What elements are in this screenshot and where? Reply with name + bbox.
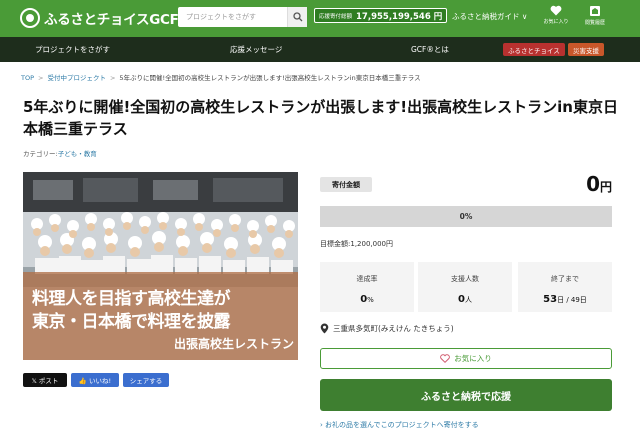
nav-choice-badge[interactable]: ふるさとチョイス: [503, 43, 565, 56]
favorites-link[interactable]: お気に入り: [541, 5, 571, 33]
stat-supporters-value-wrap: 0人: [418, 294, 512, 305]
logo-mark-icon: [20, 8, 40, 28]
breadcrumb-separator: >: [109, 74, 116, 82]
category: カテゴリー:子ども・教育: [23, 148, 97, 158]
history-link[interactable]: 閲覧履歴: [580, 5, 610, 33]
favorite-button-label: お気に入り: [454, 354, 492, 363]
stat-supporters-unit: 人: [464, 296, 472, 304]
breadcrumb: TOP > 受付中プロジェクト >5年ぶりに開催!全国初の高校生レストランが出張します…: [21, 72, 421, 82]
breadcrumb-separator: >: [38, 74, 44, 82]
stat-rate-value-wrap: 0%: [320, 294, 414, 305]
goal-amount: 目標金額:1,200,000円: [320, 239, 393, 249]
breadcrumb-current: 5年ぶりに開催!全国初の高校生レストランが出張します!出張高校生レストランin東…: [119, 74, 421, 82]
donation-amount-unit: 円: [599, 180, 612, 194]
search-input[interactable]: [178, 7, 287, 27]
stat-rate-label: 達成率: [356, 275, 378, 283]
location: 三重県多気町(みえけん たきちょう): [320, 323, 454, 334]
goal-label: 目標金額:: [320, 240, 351, 248]
location-text: 三重県多気町(みえけん たきちょう): [333, 324, 454, 333]
stat-deadline-value: 53: [543, 294, 558, 305]
donate-button[interactable]: ふるさと納税で応援: [320, 379, 612, 411]
gift-donation-link[interactable]: › お礼の品を選んでこのプロジェクトへ寄付をする: [320, 420, 479, 430]
nav-about-gcf[interactable]: GCF®とは: [411, 44, 449, 55]
search-box: [178, 7, 307, 27]
stat-supporters: 支援人数 0人: [418, 262, 512, 312]
progress-text: 0%: [459, 212, 473, 221]
stat-achievement-rate: 達成率 0%: [320, 262, 414, 312]
donation-total-value: 17,955,199,546 円: [356, 11, 443, 22]
image-caption-line3: 出張高校生レストラン: [173, 337, 294, 351]
facebook-like-button[interactable]: 👍 いいね!: [71, 373, 119, 387]
stat-supporters-label: 支援人数: [451, 275, 479, 283]
donation-amount: 0円: [540, 172, 612, 196]
donation-amount-label: 寄付金額: [320, 177, 372, 192]
favorites-label: お気に入り: [543, 19, 569, 25]
breadcrumb-active-projects[interactable]: 受付中プロジェクト: [47, 74, 106, 82]
stat-deadline-value-wrap: 53日 / 49日: [518, 294, 612, 305]
image-caption-line2: 東京・日本橋で料理を披露: [32, 312, 231, 332]
facebook-share-button[interactable]: シェアする: [123, 373, 169, 387]
donation-total-badge: 応援寄付総額 17,955,199,546 円: [314, 8, 448, 23]
search-icon: [292, 12, 302, 22]
search-button[interactable]: [287, 7, 307, 27]
x-post-button[interactable]: 𝕏 ポスト: [23, 373, 67, 387]
nav-disaster-badge[interactable]: 災害支援: [568, 43, 604, 56]
stat-rate-unit: %: [367, 296, 374, 304]
site-logo[interactable]: ふるさとチョイスGCF: [20, 7, 179, 29]
project-image: 料理人を目指す高校生達が 東京・日本橋で料理を披露 出張高校生レストラン: [23, 172, 298, 360]
favorite-button[interactable]: お気に入り: [320, 348, 612, 369]
donation-total-label: 応援寄付総額: [319, 13, 353, 20]
image-caption-overlay: 料理人を目指す高校生達が 東京・日本橋で料理を披露 出張高校生レストラン: [23, 272, 298, 360]
nav-find-projects[interactable]: プロジェクトをさがす: [35, 44, 110, 55]
page-title: 5年ぶりに開催!全国初の高校生レストランが出張します!出張高校生レストランin東…: [23, 98, 618, 138]
breadcrumb-top[interactable]: TOP: [21, 74, 34, 82]
stat-deadline-unit: 日 / 49日: [557, 296, 587, 304]
category-link[interactable]: 子ども・教育: [58, 150, 97, 158]
guide-menu[interactable]: ふるさと納税ガイド ∨: [452, 11, 527, 22]
logo-text: ふるさとチョイスGCF: [44, 12, 179, 28]
progress-bar: 0%: [320, 206, 612, 227]
gift-link-text: お礼の品を選んでこのプロジェクトへ寄付をする: [325, 421, 479, 429]
history-label: 閲覧履歴: [584, 20, 605, 26]
stat-supporters-value: 0: [458, 294, 465, 305]
image-caption-line1: 料理人を目指す高校生達が: [32, 289, 231, 309]
heart-icon: [550, 5, 562, 16]
stat-days-left: 終了まで 53日 / 49日: [518, 262, 612, 312]
main-nav: プロジェクトをさがす 応援メッセージ GCF®とは ふるさとチョイス 災害支援: [0, 37, 640, 62]
history-icon: [590, 6, 600, 16]
goal-value: 1,200,000円: [350, 240, 393, 248]
stat-deadline-label: 終了まで: [551, 275, 579, 283]
donation-amount-value: 0: [586, 172, 600, 196]
heart-outline-icon: [440, 354, 451, 363]
site-header: ふるさとチョイスGCF 応援寄付総額 17,955,199,546 円 ふるさと…: [0, 0, 640, 37]
category-label: カテゴリー:: [23, 150, 58, 158]
location-pin-icon: [320, 323, 329, 334]
nav-messages[interactable]: 応援メッセージ: [230, 44, 282, 55]
